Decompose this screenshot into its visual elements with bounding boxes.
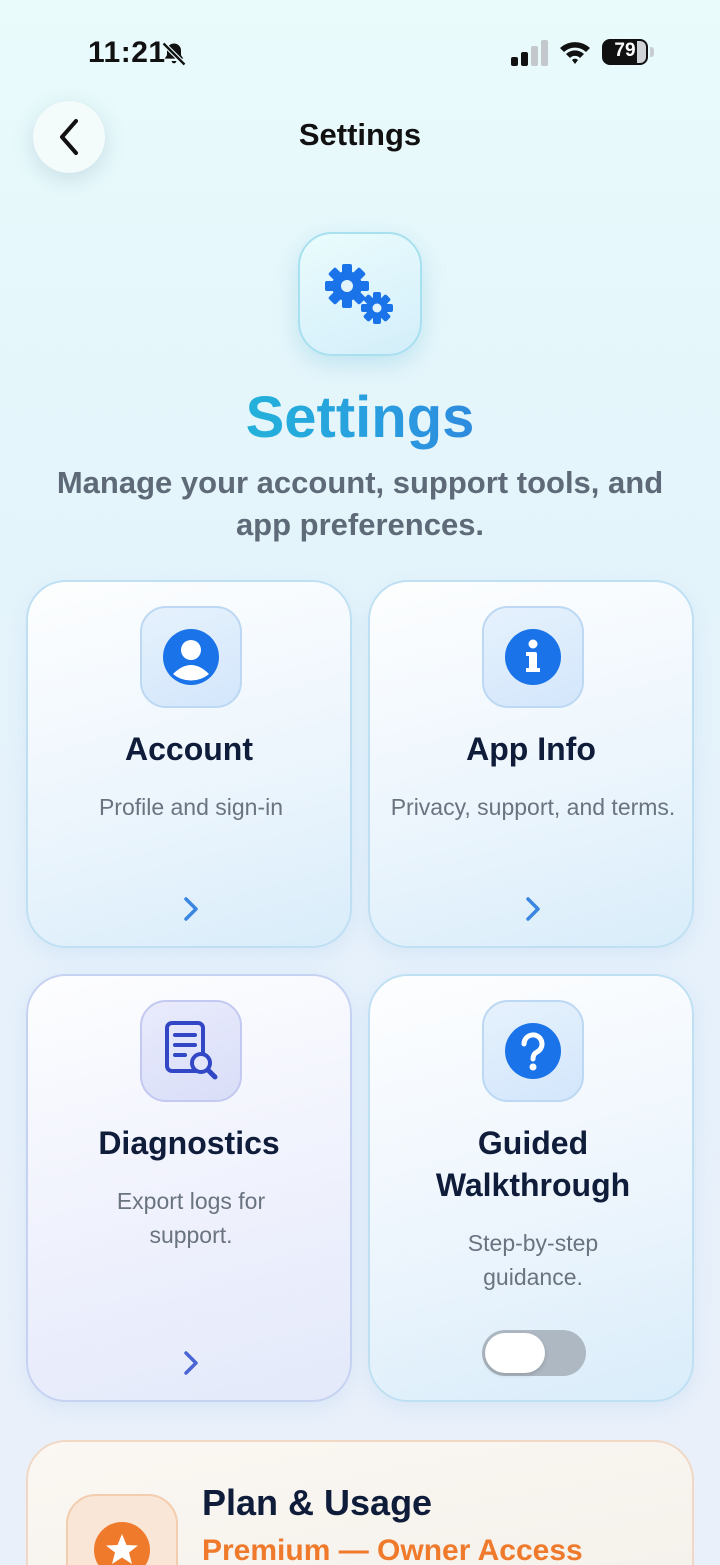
signal-icon	[511, 40, 548, 66]
walkthrough-description: Step-by-step guidance.	[467, 1230, 599, 1290]
document-search-icon	[165, 1021, 218, 1080]
app-info-description: Privacy, support, and terms.	[390, 794, 676, 820]
account-card[interactable]: Account Profile and sign-in	[26, 580, 352, 948]
plan-icon-box	[66, 1494, 178, 1565]
app-info-card[interactable]: App Info Privacy, support, and terms.	[368, 580, 694, 948]
account-title: Account	[125, 731, 253, 767]
chevron-right-icon	[176, 1348, 206, 1378]
hero-title: Settings	[0, 384, 720, 451]
diagnostics-title: Diagnostics	[98, 1125, 280, 1161]
status-time: 11:21	[88, 36, 166, 69]
person-icon	[163, 629, 219, 685]
status-bar: 11:21 79	[0, 0, 720, 100]
app-info-title: App Info	[466, 731, 596, 767]
toggle-knob	[485, 1333, 545, 1373]
account-description: Profile and sign-in	[98, 794, 284, 820]
nav-title: Settings	[298, 117, 422, 152]
chevron-right-icon	[176, 894, 206, 924]
hero-icon-box	[298, 232, 422, 356]
hero-subtitle: Manage your account, support tools, and …	[56, 465, 664, 542]
diagnostics-description: Export logs for support.	[116, 1188, 266, 1248]
battery-level: 79	[614, 40, 636, 61]
info-icon	[505, 629, 561, 685]
guided-walkthrough-card[interactable]: Guided Walkthrough Step-by-step guidance…	[368, 974, 694, 1402]
diagnostics-icon-box	[140, 1000, 242, 1102]
walkthrough-title: Guided Walkthrough	[435, 1125, 631, 1203]
gears-icon	[325, 264, 393, 324]
account-icon-box	[140, 606, 242, 708]
plan-usage-card[interactable]: Plan & Usage Premium — Owner Access	[26, 1440, 694, 1565]
battery-indicator: 79	[602, 39, 654, 65]
plan-subtitle: Premium — Owner Access	[202, 1534, 583, 1565]
wifi-icon	[560, 42, 590, 64]
app-info-icon-box	[482, 606, 584, 708]
star-icon	[94, 1522, 150, 1565]
question-icon	[505, 1023, 561, 1079]
walkthrough-icon-box	[482, 1000, 584, 1102]
chevron-right-icon	[518, 894, 548, 924]
plan-title: Plan & Usage	[202, 1482, 433, 1523]
bell-muted-icon	[161, 41, 187, 67]
diagnostics-card[interactable]: Diagnostics Export logs for support.	[26, 974, 352, 1402]
walkthrough-toggle[interactable]	[482, 1330, 586, 1376]
